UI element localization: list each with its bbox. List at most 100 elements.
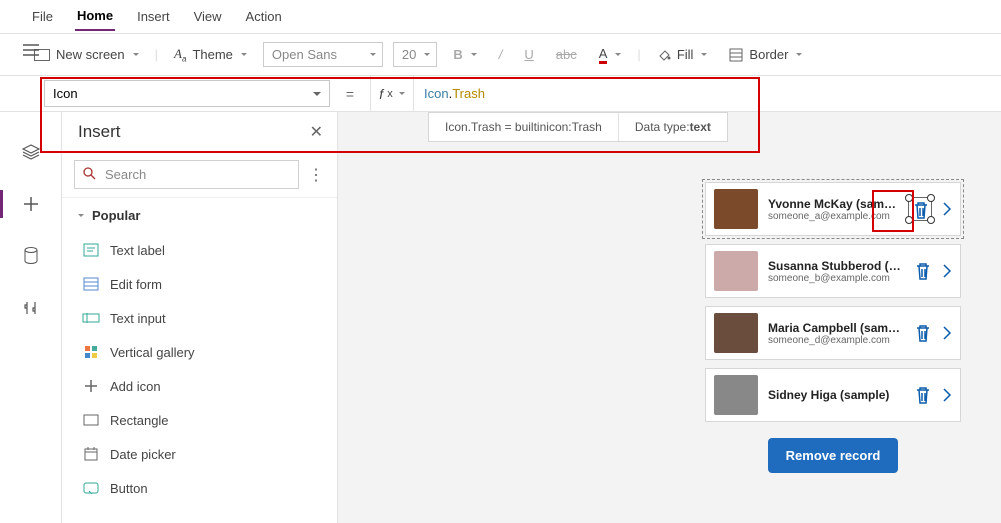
gallery-item[interactable]: Maria Campbell (sample) someone_d@exampl…: [705, 306, 961, 360]
font-size-select[interactable]: 20: [393, 42, 437, 67]
avatar: [714, 189, 758, 229]
chevron-down-icon: [796, 53, 802, 56]
gallery-text: Sidney Higa (sample): [768, 388, 904, 402]
contact-email: someone_a@example.com: [768, 211, 898, 222]
plus-icon: [23, 196, 39, 212]
insert-item-date-picker[interactable]: Date picker: [62, 437, 337, 471]
insert-search-input[interactable]: Search: [74, 160, 299, 189]
italic-button[interactable]: /: [493, 43, 509, 66]
avatar: [714, 375, 758, 415]
bold-button[interactable]: B: [447, 43, 482, 66]
main-area: Insert ✕ Search ⋮ Popular Text label Edi…: [0, 112, 1001, 523]
tab-action[interactable]: Action: [244, 3, 284, 30]
fx-button[interactable]: fx: [370, 76, 414, 111]
chevron-down-icon: [399, 92, 405, 95]
insert-more-button[interactable]: ⋮: [307, 165, 325, 185]
insert-item-list: Text label Edit form Text input Vertical…: [62, 233, 337, 505]
rail-insert[interactable]: [15, 188, 47, 220]
avatar: [714, 313, 758, 353]
insert-item-button[interactable]: Button: [62, 471, 337, 505]
insert-item-text-label[interactable]: Text label: [62, 233, 337, 267]
contact-name: Maria Campbell (sample): [768, 321, 904, 335]
insert-panel: Insert ✕ Search ⋮ Popular Text label Edi…: [62, 112, 338, 523]
gallery-item[interactable]: Yvonne McKay (sample) someone_a@example.…: [705, 182, 961, 236]
theme-button[interactable]: Aa Theme: [168, 42, 253, 68]
tab-view[interactable]: View: [192, 3, 224, 30]
gallery-item[interactable]: Susanna Stubberod (sample) someone_b@exa…: [705, 244, 961, 298]
fill-label: Fill: [677, 47, 694, 62]
gallery-text: Yvonne McKay (sample) someone_a@example.…: [768, 197, 898, 222]
contact-name: Sidney Higa (sample): [768, 388, 904, 402]
formula-hint: Icon.Trash = builtinicon:Trash Data type…: [428, 112, 728, 142]
strike-button[interactable]: abc: [550, 43, 583, 66]
tab-file[interactable]: File: [30, 3, 55, 30]
font-value: Open Sans: [272, 47, 337, 62]
tools-icon: [23, 300, 39, 316]
trash-icon[interactable]: [914, 261, 932, 281]
rail-data[interactable]: [15, 240, 47, 272]
chevron-right-icon[interactable]: [942, 264, 952, 278]
tab-home[interactable]: Home: [75, 2, 115, 31]
chevron-down-icon: [133, 53, 139, 56]
chevron-down-icon: [370, 53, 376, 56]
tab-insert[interactable]: Insert: [135, 3, 172, 30]
formula-bar: Icon = fx Icon.Trash: [0, 76, 1001, 112]
rail-hamburger[interactable]: [15, 34, 47, 66]
font-select[interactable]: Open Sans: [263, 42, 383, 67]
item-label: Text input: [110, 311, 166, 326]
trash-icon[interactable]: [914, 385, 932, 405]
underline-button[interactable]: U: [518, 43, 539, 66]
new-screen-label: New screen: [56, 47, 125, 62]
chevron-down-icon: [313, 92, 321, 96]
chevron-right-icon[interactable]: [942, 388, 952, 402]
insert-item-vertical-gallery[interactable]: Vertical gallery: [62, 335, 337, 369]
chevron-down-icon: [701, 53, 707, 56]
database-icon: [24, 247, 38, 265]
rail-tree[interactable]: [15, 136, 47, 168]
contact-name: Susanna Stubberod (sample): [768, 259, 904, 273]
button-icon: [82, 479, 100, 497]
chevron-right-icon[interactable]: [942, 326, 952, 340]
canvas[interactable]: Yvonne McKay (sample) someone_a@example.…: [338, 112, 1001, 523]
trash-icon[interactable]: [914, 323, 932, 343]
close-icon[interactable]: ✕: [310, 122, 323, 142]
search-placeholder: Search: [105, 167, 146, 182]
gallery-control[interactable]: Yvonne McKay (sample) someone_a@example.…: [705, 182, 961, 473]
chevron-down-icon: [615, 53, 621, 56]
formula-input[interactable]: Icon.Trash: [414, 76, 1001, 111]
category-header[interactable]: Popular: [62, 197, 337, 233]
hint-eval: Icon.Trash = builtinicon:Trash: [429, 113, 619, 141]
menu-tabs: File Home Insert View Action: [0, 0, 1001, 34]
item-label: Edit form: [110, 277, 162, 292]
remove-record-button[interactable]: Remove record: [768, 438, 899, 473]
gallery-text: Susanna Stubberod (sample) someone_b@exa…: [768, 259, 904, 284]
formula-token-prop: Trash: [452, 86, 485, 101]
insert-item-rectangle[interactable]: Rectangle: [62, 403, 337, 437]
selection-handles[interactable]: [908, 197, 932, 221]
layers-icon: [22, 144, 40, 160]
item-label: Vertical gallery: [110, 345, 195, 360]
item-label: Button: [110, 481, 148, 496]
formula-token-type: Icon: [424, 86, 449, 101]
chevron-right-icon[interactable]: [942, 202, 952, 216]
contact-name: Yvonne McKay (sample): [768, 197, 898, 211]
hint-datatype: Data type: text: [619, 113, 727, 141]
border-button[interactable]: Border: [723, 43, 808, 66]
category-label: Popular: [92, 208, 140, 223]
font-color-button[interactable]: A: [593, 42, 628, 68]
contact-email: someone_b@example.com: [768, 273, 904, 284]
rectangle-icon: [82, 411, 100, 429]
property-value: Icon: [53, 86, 78, 101]
insert-item-add-icon[interactable]: Add icon: [62, 369, 337, 403]
item-label: Date picker: [110, 447, 176, 462]
ribbon: New screen | Aa Theme Open Sans 20 B / U…: [0, 34, 1001, 76]
gallery-item[interactable]: Sidney Higa (sample): [705, 368, 961, 422]
fill-button[interactable]: Fill: [651, 43, 714, 66]
property-select[interactable]: Icon: [44, 80, 330, 107]
chevron-down-icon: [424, 53, 430, 56]
insert-item-edit-form[interactable]: Edit form: [62, 267, 337, 301]
insert-panel-header: Insert ✕: [62, 112, 337, 152]
font-size-value: 20: [402, 47, 416, 62]
rail-tools[interactable]: [15, 292, 47, 324]
insert-item-text-input[interactable]: Text input: [62, 301, 337, 335]
